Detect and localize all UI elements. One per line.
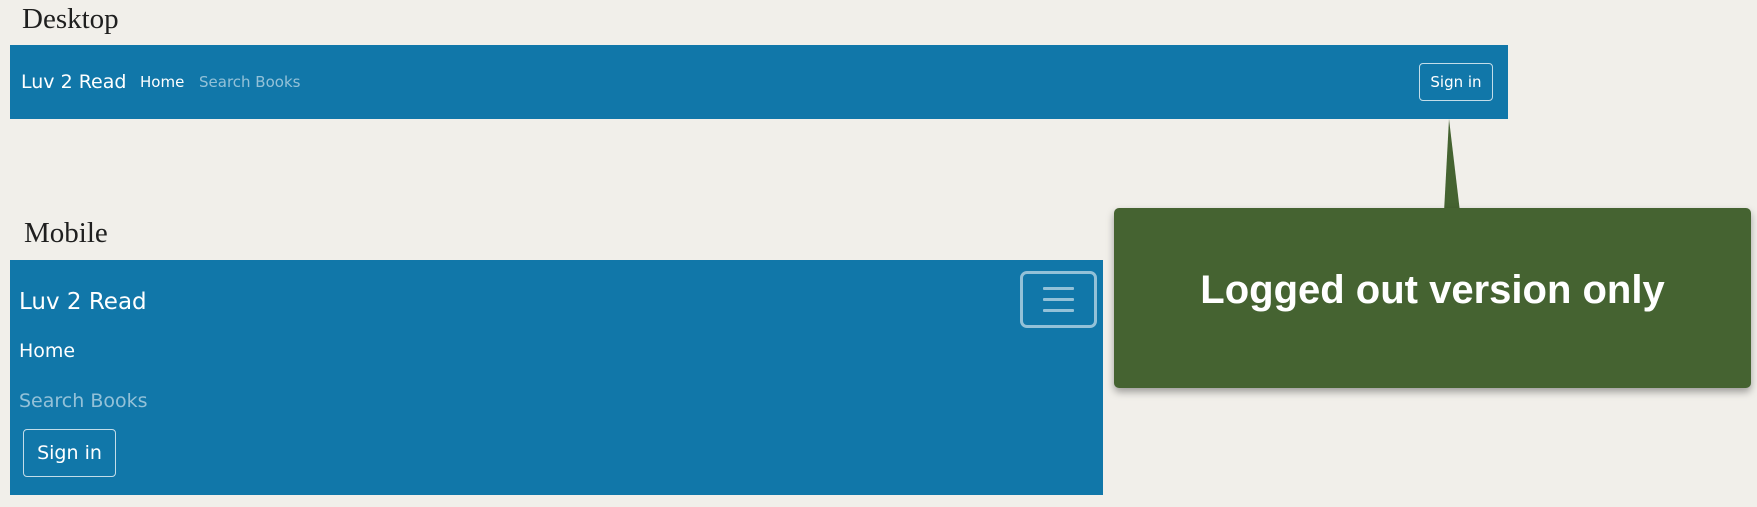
callout-text: Logged out version only [1200, 267, 1665, 312]
annotation-callout: Logged out version only [1114, 208, 1751, 388]
